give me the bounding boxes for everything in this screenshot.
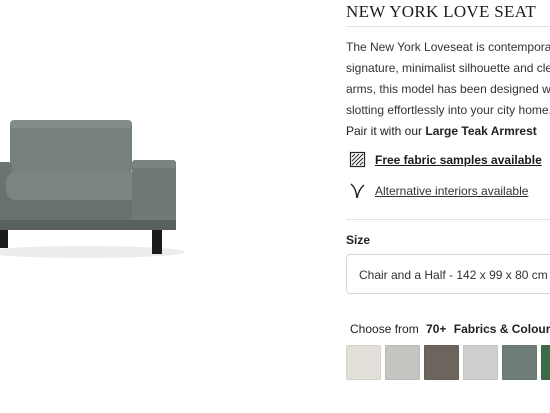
description-line: signature, minimalist silhouette and cle… [346, 61, 550, 75]
divider [346, 219, 550, 220]
fabric-swatch-dark-green[interactable] [541, 345, 550, 380]
description-line: The New York Loveseat is contemporary a [346, 40, 550, 54]
product-title: NEW YORK LOVE SEAT [346, 2, 537, 21]
fabrics-label: Fabrics & Colours [453, 322, 550, 336]
product-details-panel: NEW YORK LOVE SEAT The New York Loveseat… [346, 0, 550, 413]
fabrics-prefix: Choose from [350, 322, 419, 336]
fabric-samples-row[interactable]: Free fabric samples available [348, 151, 542, 169]
size-select[interactable]: Chair and a Half - 142 x 99 x 80 cm [346, 254, 550, 294]
pairing-product: Large Teak Armrest [425, 124, 537, 138]
fabric-swatch-icon [348, 151, 368, 169]
fabric-swatch-cream[interactable] [346, 345, 381, 380]
product-image [0, 120, 185, 258]
fabrics-heading: Choose from 70+ Fabrics & Colours [350, 322, 550, 336]
size-label: Size [346, 233, 371, 247]
fabrics-count: 70+ [426, 322, 447, 336]
alternative-interiors-row[interactable]: Alternative interiors available [348, 182, 528, 200]
fabric-swatch-pale-grey[interactable] [463, 345, 498, 380]
description-line: slotting effortlessly into your city hom… [346, 103, 550, 117]
product-description: The New York Loveseat is contemporary a … [346, 37, 550, 121]
fork-icon [348, 182, 368, 200]
fabric-swatch-taupe[interactable] [424, 345, 459, 380]
fabric-swatch-grey-green[interactable] [502, 345, 537, 380]
pairing-prefix: Pair it with our [346, 124, 423, 138]
fabric-swatch-list [346, 345, 550, 380]
description-line: arms, this model has been designed with [346, 82, 550, 96]
fabric-swatch-light-grey[interactable] [385, 345, 420, 380]
size-selected-value: Chair and a Half - 142 x 99 x 80 cm [359, 268, 548, 282]
pairing-text: Pair it with our Large Teak Armrest [346, 124, 537, 138]
alternative-interiors-link[interactable]: Alternative interiors available [375, 184, 528, 198]
fabric-samples-link[interactable]: Free fabric samples available [375, 153, 542, 167]
divider [346, 26, 550, 27]
